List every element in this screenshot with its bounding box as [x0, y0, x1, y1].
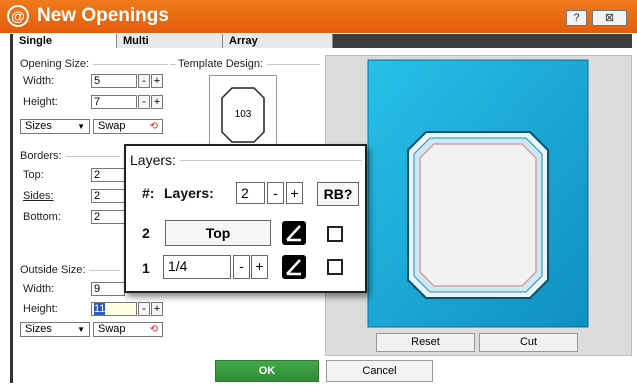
tab-multi[interactable]: Multi — [117, 34, 223, 48]
help-button[interactable]: ? — [566, 10, 587, 26]
outside-width-input[interactable]: 9 — [91, 282, 125, 296]
layer-row-2-select[interactable]: Top — [165, 220, 271, 246]
tab-array[interactable]: Array — [223, 34, 333, 48]
opening-width-label: Width: — [23, 75, 55, 87]
layers-count-input[interactable]: 2 — [236, 182, 265, 204]
opening-width-plus[interactable]: + — [151, 74, 163, 88]
opening-width-minus[interactable]: - — [138, 74, 150, 88]
borders-label: Borders: — [20, 150, 62, 162]
layers-count-label: Layers: — [164, 185, 214, 201]
chevron-down-icon: ▼ — [77, 325, 85, 334]
bevel-angle-icon — [286, 259, 301, 276]
layer-row-1-minus[interactable]: - — [233, 255, 250, 279]
template-thumbnail[interactable]: 103 — [209, 75, 277, 145]
layer-row-1-plus[interactable]: + — [251, 255, 268, 279]
border-sides-input[interactable]: 2 — [91, 189, 125, 203]
opening-size-group: Opening Size: — [20, 58, 168, 70]
border-top-label: Top: — [23, 169, 44, 181]
layers-popup-title: Layers: — [130, 152, 176, 168]
layers-minus-button[interactable]: - — [267, 182, 284, 204]
opening-width-input[interactable]: 5 — [91, 74, 137, 88]
cut-button[interactable]: Cut — [479, 333, 578, 352]
layer-row-1-input[interactable]: 1/4 — [163, 255, 231, 279]
bevel-icon-row-1[interactable] — [282, 255, 306, 279]
outside-sizes-dropdown[interactable]: Sizes ▼ — [20, 322, 90, 337]
opening-height-plus[interactable]: + — [151, 95, 163, 109]
reset-button[interactable]: Reset — [376, 333, 475, 352]
opening-height-minus[interactable]: - — [138, 95, 150, 109]
template-design-group: Template Design: — [170, 58, 320, 70]
tab-single[interactable]: Single — [10, 34, 117, 48]
chevron-down-icon: ▼ — [77, 122, 85, 131]
bevel-icon-row-2[interactable] — [282, 221, 306, 245]
layers-popup-header: Layers: — [130, 152, 362, 168]
outside-height-label: Height: — [23, 303, 58, 315]
layer-row-2-checkbox[interactable] — [327, 226, 343, 242]
opening-sizes-label: Sizes — [25, 120, 52, 132]
outside-sizes-label: Sizes — [25, 323, 52, 335]
layers-plus-button[interactable]: + — [286, 182, 303, 204]
border-sides-label[interactable]: Sides: — [23, 189, 54, 203]
outside-height-selection: 11 — [94, 303, 106, 315]
app-logo-icon: @ — [7, 5, 29, 27]
layer-row-1-number: 1 — [142, 260, 150, 276]
outside-width-label: Width: — [23, 283, 55, 295]
template-number: 103 — [234, 109, 252, 120]
bevel-angle-icon — [286, 225, 301, 242]
outside-height-plus[interactable]: + — [151, 302, 163, 316]
opening-height-input[interactable]: 7 — [91, 95, 137, 109]
layer-row-2-number: 2 — [142, 225, 150, 241]
window-title: New Openings — [37, 5, 169, 26]
ok-button[interactable]: OK — [215, 360, 319, 382]
border-top-input[interactable]: 2 — [91, 168, 125, 182]
opening-sizes-dropdown[interactable]: Sizes ▼ — [20, 119, 90, 134]
opening-size-label: Opening Size: — [20, 58, 90, 70]
close-button[interactable]: ⊠ — [592, 10, 627, 26]
opening-swap-label: Swap — [98, 120, 126, 132]
border-bottom-label: Bottom: — [23, 211, 61, 223]
outside-size-label: Outside Size: — [20, 264, 86, 276]
rb-button[interactable]: RB? — [317, 182, 359, 206]
opening-swap-button[interactable]: Swap ⟲ — [93, 119, 163, 134]
template-design-label: Template Design: — [178, 58, 263, 70]
mat-preview-drawing — [367, 59, 589, 328]
swap-icon: ⟲ — [149, 324, 158, 335]
opening-height-label: Height: — [23, 96, 58, 108]
cancel-button[interactable]: Cancel — [326, 360, 433, 382]
layer-row-1-checkbox[interactable] — [327, 259, 343, 275]
mat-preview-panel — [325, 55, 632, 356]
layers-popup: Layers: #: Layers: 2 - + RB? 2 Top 1 1/4… — [124, 144, 367, 293]
outside-swap-button[interactable]: Swap ⟲ — [93, 322, 163, 337]
border-bottom-input[interactable]: 2 — [91, 210, 125, 224]
outside-swap-label: Swap — [98, 323, 126, 335]
outside-size-group: Outside Size: — [20, 264, 120, 276]
swap-icon: ⟲ — [149, 121, 158, 132]
outside-height-input[interactable]: 11 — [91, 302, 137, 316]
left-edge-bar — [10, 48, 13, 383]
outside-height-minus[interactable]: - — [138, 302, 150, 316]
layers-hash-label: #: — [142, 185, 155, 201]
borders-group: Borders: — [20, 150, 120, 162]
